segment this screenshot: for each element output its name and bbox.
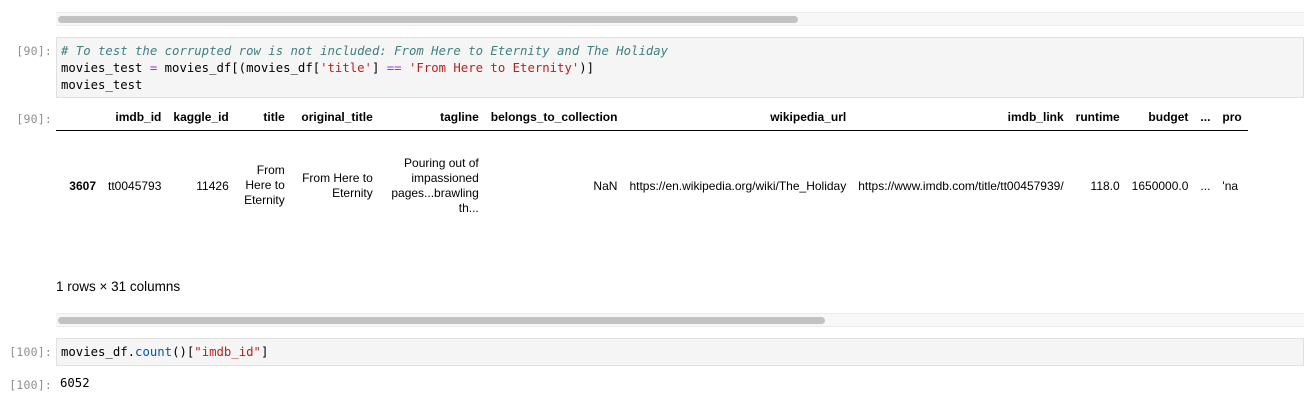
column-header: kaggle_id <box>167 104 235 131</box>
code-line: movies_test <box>61 78 143 92</box>
dataframe-output: imdb_id kaggle_id title original_title t… <box>56 104 1304 240</box>
output-prompt: [100]: <box>9 378 52 392</box>
code-cell-input[interactable]: movies_df.count()["imdb_id"] <box>56 338 1304 366</box>
code-line: movies_test = movies_df[(movies_df['titl… <box>61 61 595 75</box>
row-count-text: 1 rows × 31 columns <box>56 279 181 294</box>
table-cell: https://www.imdb.com/title/tt00457939/ <box>858 178 1064 193</box>
output-prompt: [90]: <box>16 112 52 126</box>
input-prompt: [90]: <box>16 44 52 58</box>
table-cell: 118.0 <box>1090 178 1120 193</box>
table-cell: tt0045793 <box>108 178 162 193</box>
input-prompt: [100]: <box>9 345 52 359</box>
column-header: imdb_link <box>852 104 1070 131</box>
scrollbar-thumb[interactable] <box>58 317 825 324</box>
table-cell: https://en.wikipedia.org/wiki/The_Holida… <box>629 178 847 193</box>
top-horizontal-scrollbar[interactable] <box>56 12 1304 26</box>
table-cell: 1650000.0 <box>1131 178 1189 193</box>
column-header: wikipedia_url <box>623 104 853 131</box>
column-header: imdb_id <box>102 104 168 131</box>
table-cell: 'na <box>1222 178 1239 193</box>
table-cell: Pouring out of impassioned pages...brawl… <box>391 155 479 215</box>
table-cell: 11426 <box>196 178 229 193</box>
table-cell: ... <box>1200 178 1211 193</box>
table-cell: From Here to Eternity <box>244 163 285 207</box>
table-cell: From Here to Eternity <box>302 170 373 200</box>
column-header: ... <box>1194 104 1217 131</box>
code-line: movies_df.count()["imdb_id"] <box>61 345 269 359</box>
column-header: original_title <box>290 104 379 131</box>
output-horizontal-scrollbar[interactable] <box>56 313 1304 327</box>
scrollbar-thumb[interactable] <box>58 16 798 23</box>
column-header: title <box>234 104 291 131</box>
table-header-row: imdb_id kaggle_id title original_title t… <box>56 104 1248 131</box>
row-index: 3607 <box>69 178 96 193</box>
column-header: budget <box>1125 104 1195 131</box>
output-value: 6052 <box>60 376 90 390</box>
column-header: belongs_to_collection <box>484 104 624 131</box>
column-header: pro <box>1216 104 1248 131</box>
column-header: tagline <box>378 104 485 131</box>
table-cell: NaN <box>593 178 618 193</box>
column-header <box>56 104 102 131</box>
column-header: runtime <box>1069 104 1126 131</box>
code-comment: # To test the corrupted row is not inclu… <box>61 44 669 58</box>
table-row: 3607 tt0045793 11426 From Here to Eterni… <box>56 131 1248 241</box>
code-cell-input[interactable]: # To test the corrupted row is not inclu… <box>56 37 1304 98</box>
dataframe-table: imdb_id kaggle_id title original_title t… <box>56 104 1248 240</box>
